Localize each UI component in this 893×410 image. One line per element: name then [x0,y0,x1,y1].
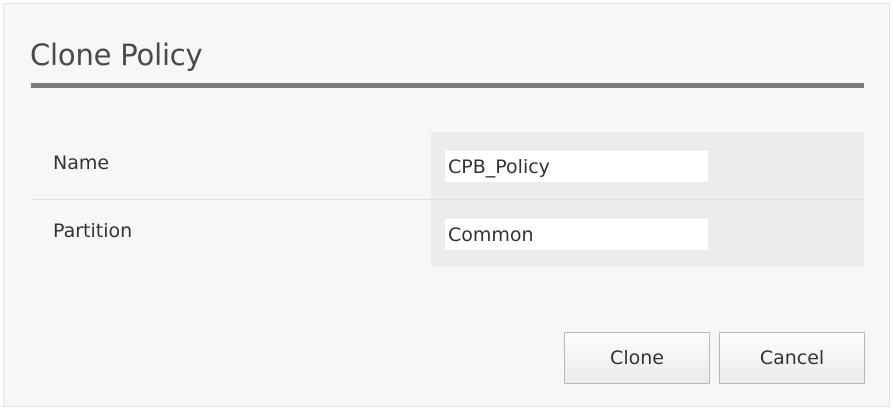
partition-input[interactable] [445,219,708,250]
clone-policy-dialog: Clone Policy Name Partition Clone Cancel [3,3,890,407]
cancel-button[interactable]: Cancel [719,332,865,384]
partition-label: Partition [53,220,133,242]
name-input[interactable] [445,151,708,182]
dialog-title: Clone Policy [30,38,203,72]
name-label: Name [53,152,110,174]
clone-button[interactable]: Clone [564,332,710,384]
name-value-cell [431,132,864,199]
partition-value-cell [431,200,864,266]
form-row-name: Name [31,132,864,199]
title-divider [31,83,864,88]
clone-form: Name Partition [31,132,864,266]
form-row-partition: Partition [31,199,864,266]
